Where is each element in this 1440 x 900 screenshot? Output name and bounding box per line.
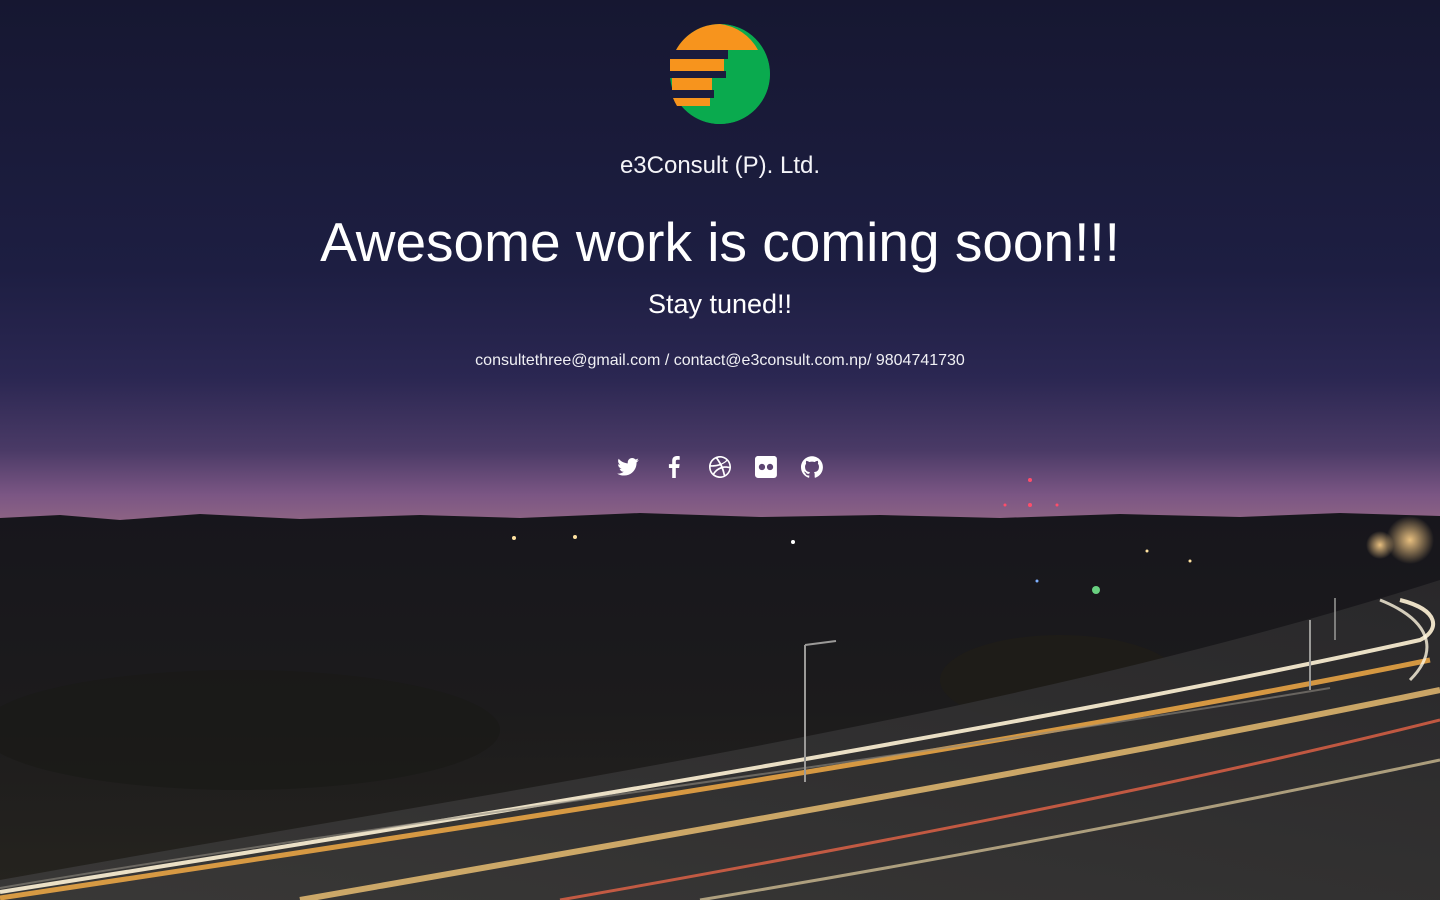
coming-soon-page: e3Consult (P). Ltd. Awesome work is comi… [0, 0, 1440, 900]
flickr-icon [755, 456, 777, 478]
github-icon [801, 456, 823, 478]
contact-info[interactable]: consultethree@gmail.com / contact@e3cons… [0, 351, 1440, 371]
flickr-link[interactable] [743, 453, 789, 481]
facebook-link[interactable] [651, 453, 697, 481]
twitter-icon [617, 458, 639, 476]
github-link[interactable] [789, 453, 835, 481]
facebook-icon [668, 456, 680, 478]
dribbble-icon [709, 456, 731, 478]
social-links [0, 453, 1440, 481]
page-headline: Awesome work is coming soon!!! [320, 211, 1120, 273]
e3-logo-icon [670, 24, 770, 124]
dribbble-link[interactable] [697, 453, 743, 481]
company-name: e3Consult (P). Ltd. [619, 152, 821, 179]
tagline: Stay tuned!! [647, 289, 793, 319]
twitter-link[interactable] [605, 453, 651, 481]
